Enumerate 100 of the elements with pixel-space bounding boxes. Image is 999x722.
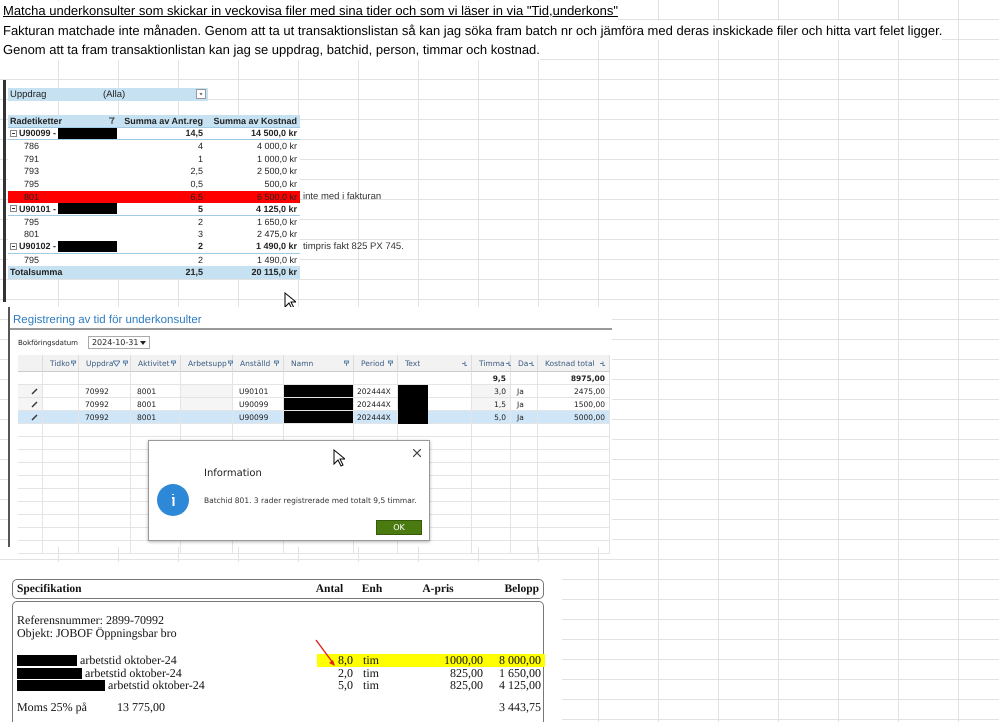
ok-button[interactable]: OK	[376, 520, 422, 535]
redaction-bar	[398, 384, 428, 398]
redaction-bar	[17, 655, 77, 666]
cell-note: timpris fakt 825 PX 745.	[302, 240, 404, 254]
dropdown-icon[interactable]	[140, 340, 146, 344]
close-icon[interactable]	[413, 449, 421, 457]
pin-icon[interactable]	[70, 360, 77, 366]
table-cell: 14,5	[120, 128, 206, 140]
invoice-text: Moms 25% på	[17, 700, 88, 714]
pin-icon[interactable]	[226, 360, 234, 366]
column-header: Specifikation	[17, 583, 83, 595]
column-header: Belopp	[503, 583, 539, 595]
collapse-icon[interactable]	[10, 205, 17, 212]
table-cell: 6 500,0 kr	[206, 190, 300, 204]
table-cell: 4 125,0 kr	[206, 203, 300, 216]
table-cell-text: 2,0	[337, 666, 354, 680]
pin-icon[interactable]	[387, 360, 394, 366]
info-icon	[157, 484, 189, 516]
redaction-bar	[58, 241, 117, 252]
total-label: Totalsumma	[8, 266, 120, 279]
table-cell: 2 475,0 kr	[206, 228, 300, 241]
table-cell-text: 3 443,75	[498, 700, 542, 714]
table-cell-text: 825,00	[450, 666, 484, 680]
redaction-bar	[398, 410, 428, 424]
table-cell: 20 115,0 kr	[206, 266, 300, 279]
row-label: 791	[8, 152, 120, 166]
row-label: 795	[8, 178, 120, 191]
column-header: Summa av Ant.reg	[120, 115, 206, 128]
table-cell-text: 4 125,00	[498, 679, 542, 692]
redaction-bar	[58, 203, 117, 214]
pin-icon[interactable]	[528, 360, 536, 366]
column-header: Enh	[360, 583, 384, 595]
window-title: Registrering av tid för underkonsulter	[10, 307, 612, 330]
pivot-filter[interactable]: Uppdrag (Alla)	[8, 88, 208, 101]
table-cell: 1 490,0 kr	[206, 254, 300, 266]
collapse-icon[interactable]	[10, 243, 17, 250]
row-label: 801	[8, 190, 120, 204]
column-header: A-pris	[421, 583, 455, 595]
table-cell: 14 500,0 kr	[206, 128, 300, 140]
cell-note: inte med i fakturan	[302, 190, 382, 204]
row-selector[interactable]	[18, 411, 43, 424]
table-cell: 1 490,0 kr	[206, 240, 300, 254]
arrow-annotation	[314, 638, 338, 668]
line-description: arbetstid oktober-24	[79, 654, 177, 667]
redaction-bar	[284, 398, 354, 411]
table-cell: 1 000,0 kr	[206, 152, 300, 166]
table-cell: 500,0 kr	[206, 178, 300, 191]
table-cell: 2	[120, 216, 206, 228]
table-cell: 8,0	[317, 654, 357, 667]
invoice-text: Objekt: JOBOF Öppningsbar bro	[17, 627, 178, 640]
pin-icon[interactable]	[461, 360, 468, 366]
pin-icon[interactable]	[122, 360, 130, 366]
redaction-bar	[284, 385, 354, 398]
collapse-icon[interactable]	[10, 130, 17, 137]
table-cell: 5	[120, 203, 206, 216]
invoice-text: Referensnummer: 2899-70992	[17, 614, 165, 627]
table-cell-text: 825,00	[449, 679, 484, 692]
table-cell: 1 650,0 kr	[206, 216, 300, 228]
group-label[interactable]: U90099 -	[8, 128, 120, 140]
pin-icon[interactable]	[170, 360, 177, 366]
table-cell-text: 1 650,00	[498, 666, 542, 680]
date-field[interactable]: 2024-10-31	[88, 336, 150, 349]
table-cell: 21,5	[120, 266, 206, 279]
sheet-text: Matcha underkonsulter som skickar in veckovisa filer med sina tider och som vi läser in via "Tid,underkons"	[0, 1, 618, 20]
table-cell-text: 13 775,00	[117, 700, 166, 714]
row-selector[interactable]	[18, 385, 43, 398]
row-label: 795	[8, 254, 120, 266]
table-cell: 2	[120, 254, 206, 266]
redaction-bar	[17, 668, 82, 678]
column-header: Radetiketter	[8, 115, 120, 128]
table-cell-text: 5,0	[337, 679, 354, 692]
header-corner	[18, 355, 43, 372]
row-label: 795	[8, 216, 120, 228]
redaction-bar	[284, 411, 354, 424]
pin-icon[interactable]	[343, 360, 350, 366]
filter-icon[interactable]	[108, 116, 117, 125]
table-cell: 6,5	[120, 190, 206, 204]
row-selector[interactable]	[18, 398, 43, 411]
line-description: arbetstid oktober-24	[107, 679, 205, 692]
pin-icon[interactable]	[599, 360, 606, 366]
dialog-title: Information	[204, 468, 262, 479]
table-cell-text: tim	[362, 666, 380, 680]
table-cell: 8 000,00	[487, 654, 545, 667]
table-cell: 0,5	[120, 178, 206, 191]
table-cell: 1000,00	[397, 654, 487, 667]
table-cell-text: tim	[362, 679, 380, 692]
group-label[interactable]: U90101 -	[8, 203, 120, 216]
cursor-icon	[333, 449, 345, 467]
table-cell: 2	[120, 240, 206, 254]
pin-icon[interactable]	[273, 360, 280, 366]
sheet-text: Fakturan matchade inte månaden. Genom att ta ut transaktionslistan så kan jag söka fram batch nr och jämföra med deras inskickade filer och hitta vart felet ligger.	[0, 20, 942, 40]
line-description: arbetstid oktober-24	[84, 666, 182, 680]
table-cell: 3	[120, 228, 206, 241]
sheet-text: Genom att ta fram transaktionlistan kan jag se uppdrag, batchid, person, timmar och kostnad.	[0, 40, 540, 60]
column-header: Antal	[314, 583, 344, 595]
pin-icon[interactable]	[504, 360, 512, 366]
column-header: Summa av Kostnad	[206, 115, 300, 128]
row-label: 801	[8, 228, 120, 241]
group-label[interactable]: U90102 -	[8, 240, 120, 254]
table-cell: 1	[120, 152, 206, 166]
